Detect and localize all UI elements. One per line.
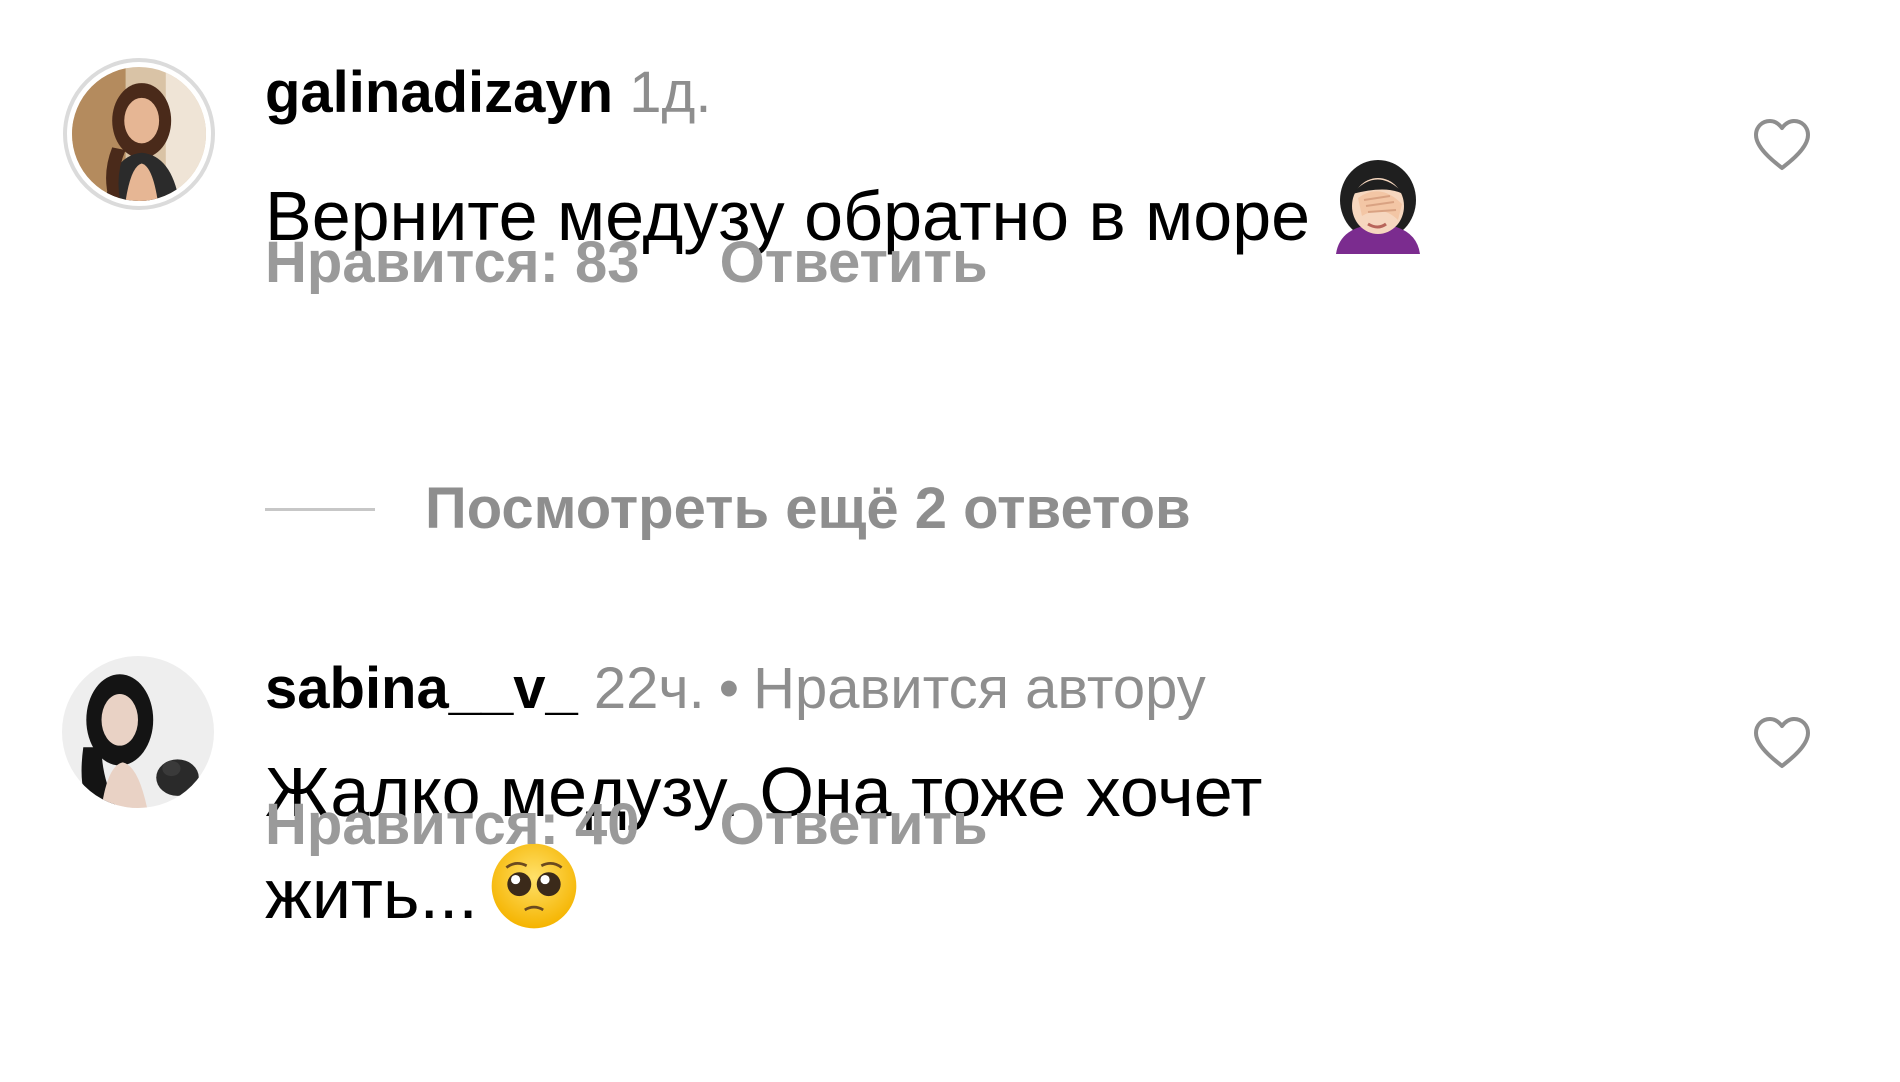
comment-actions: Нравится: 83 Ответить	[265, 228, 988, 298]
view-more-replies-label: Посмотреть ещё 2 ответов	[425, 476, 1191, 541]
comment-timestamp: 1д.	[629, 60, 712, 125]
reply-button[interactable]: Ответить	[720, 230, 988, 295]
comment-timestamp: 22ч.	[593, 656, 705, 721]
reply-button[interactable]: Ответить	[720, 792, 988, 857]
avatar[interactable]	[62, 656, 214, 808]
likes-count[interactable]: Нравится: 40	[265, 792, 640, 857]
comments-section: galinadizayn 1д. Верните медузу обратно …	[0, 0, 1900, 1082]
comment-username[interactable]: galinadizayn	[265, 60, 613, 125]
comment-text-content: жить...	[265, 855, 478, 933]
comment-username[interactable]: sabina__v_	[265, 656, 578, 721]
face-palm-woman-emoji	[1328, 154, 1428, 254]
author-liked-label: Нравится автору	[753, 656, 1206, 721]
view-more-replies-button[interactable]: Посмотреть ещё 2 ответов	[265, 474, 1191, 544]
divider-line	[265, 507, 375, 511]
likes-count[interactable]: Нравится: 83	[265, 230, 640, 295]
avatar-photo	[72, 67, 206, 201]
heart-outline-icon[interactable]	[1752, 716, 1812, 770]
comment-actions: Нравится: 40 Ответить	[265, 790, 988, 860]
heart-outline-icon[interactable]	[1752, 118, 1812, 172]
avatar[interactable]	[63, 58, 215, 210]
avatar-photo	[62, 656, 214, 808]
separator-dot: •	[718, 656, 740, 721]
